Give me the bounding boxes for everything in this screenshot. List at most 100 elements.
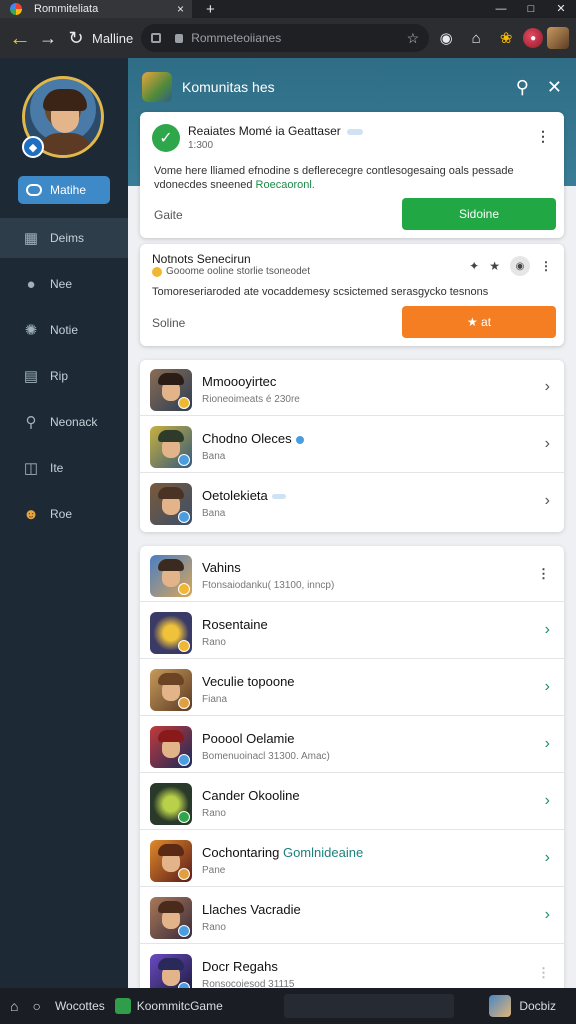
window-controls: — □ ✕ [486,0,576,18]
extension-red-icon[interactable]: ● [523,28,544,48]
list-item[interactable]: Cochontaring Gomlnideaine Pane › [140,831,564,887]
search-icon: ⚲ [25,414,37,431]
extension-home-icon[interactable]: ⌂ [463,25,489,51]
chat-icon[interactable]: ○ [32,998,40,1014]
reload-icon[interactable]: ↻ [62,24,90,52]
community-logo [142,72,172,102]
list-item[interactable]: Pooool Oelamie Bomenuoinacl 31300. Amac)… [140,717,564,773]
list-item[interactable]: Rosentaine Rano › [140,603,564,659]
site-info-icon[interactable] [175,33,184,43]
chat-icon: ● [26,275,36,293]
more-options-icon[interactable]: ⋮ [536,128,550,145]
primary-orange-button[interactable]: ★ at [402,306,556,338]
item-title: Chodno Oleces [202,431,292,446]
event-card: Notnots Senecirun Gooome ooline storlie … [140,244,564,346]
sidebar-item-nee[interactable]: ● Nee [0,264,128,304]
user-avatar[interactable] [547,27,570,49]
forward-arrow-icon[interactable]: → [34,24,62,52]
card-link[interactable]: Roecaoronl. [256,179,315,191]
table-icon: ◫ [23,460,39,477]
home-icon[interactable]: ⌂ [10,998,18,1014]
maximize-button[interactable]: □ [516,0,546,18]
list-item[interactable]: Vahins Ftonsaiodanku( 13100, inncp) ⋮ [140,546,564,602]
sidebar-item-ite[interactable]: ◫ Ite [0,448,128,488]
item-title: Pooool Oelamie [202,731,295,746]
taskbar-user-label[interactable]: Docbiz [519,999,556,1013]
list-item[interactable]: Oetolekieta Bana › [140,474,564,530]
item-subtitle: Rioneoimeats é 230re [202,394,300,405]
card-subtitle: Gooome ooline storlie tsoneodet [166,266,310,277]
status-badge [178,511,190,523]
item-title: Mmoooyirtec [202,374,277,389]
taskbar-app-label[interactable]: KoommitcGame [137,999,223,1013]
close-icon[interactable]: ✕ [547,77,562,98]
list-item[interactable]: Veculie topoone Fiana › [140,660,564,716]
card-status-label: Soline [152,316,186,330]
sidebar-item-neonack[interactable]: ⚲ Neonack [0,402,128,442]
game-avatar [150,369,192,411]
status-card: ✓ Reaiates Momé ia Geattaser 1:300 ⋮ Vom… [140,112,564,238]
item-subtitle: Rano [202,637,226,648]
chevron-right-icon: › [544,378,550,395]
extension-puzzle-icon[interactable]: ❀ [493,25,519,51]
item-title: Llaches Vacradie [202,902,301,917]
more-options-icon[interactable]: ⋮ [540,259,552,273]
taskbar-label[interactable]: Wocottes [55,999,105,1013]
sidebar: ◆ Matihe ▦ Deims ● Nee ✺ Notie ▤ Rip ⚲ N… [0,58,128,988]
more-options-icon[interactable]: ⋮ [537,965,550,981]
new-tab-button[interactable]: + [206,1,215,18]
status-badge [178,697,190,709]
tab-close-icon[interactable]: × [177,2,184,16]
card-body-line2: vdonecdes sneened [154,179,253,191]
sidebar-item-rip[interactable]: ▤ Rip [0,356,128,396]
item-subtitle: Pane [202,865,226,876]
grid-icon: ▦ [23,230,39,247]
browser-title-bar: Rommiteliata × + — □ ✕ [0,0,576,18]
game-avatar [150,555,192,597]
minimize-button[interactable]: — [486,0,516,18]
list-item[interactable]: Chodno Oleces Bana › [140,417,564,473]
lock-icon[interactable]: ◉ [510,256,530,276]
list-item[interactable]: Docr Regahs Ronsocoiesod 31115 ⋮ [140,945,564,988]
sparkle-icon[interactable]: ✦ [469,259,479,273]
shield-badge-icon: ◆ [22,136,44,158]
game-avatar [150,612,192,654]
browser-tab[interactable]: Rommiteliata × [0,0,192,18]
star-icon[interactable]: ★ [489,259,500,273]
status-badge [178,454,190,466]
extension-camera-icon[interactable]: ◉ [433,25,459,51]
item-subtitle: Bana [202,508,226,519]
app-icon[interactable] [114,998,131,1014]
card-title: Reaiates Momé ia Geattaser [188,124,341,138]
sidebar-item-deims[interactable]: ▦ Deims [0,218,128,258]
favicon-icon [10,3,22,15]
document-icon: ▤ [23,368,39,385]
user-avatar[interactable] [489,995,512,1017]
game-avatar [150,669,192,711]
address-bar[interactable]: Rommeteoiianes ☆ [141,24,430,52]
game-avatar [150,840,192,882]
chevron-right-icon: › [544,621,550,638]
card-subtitle: 1:300 [188,140,214,151]
nav-label[interactable]: Malline [92,31,133,46]
list-item[interactable]: Mmoooyirtec Rioneoimeats é 230re › [140,360,564,416]
close-window-button[interactable]: ✕ [546,0,576,18]
sidebar-item-roe[interactable]: ☻ Roe [0,494,128,534]
sidebar-item-notie[interactable]: ✺ Notie [0,310,128,350]
smiley-icon: ☻ [23,505,39,523]
status-badge [178,583,190,595]
main-panel: Komunitas hes ⚲ ✕ ✓ Reaiates Momé ia Gea… [128,58,576,988]
back-arrow-icon[interactable]: ← [6,24,34,52]
search-icon[interactable]: ⚲ [516,77,529,98]
more-options-icon[interactable]: ⋮ [537,566,550,582]
profile-button[interactable]: Matihe [18,176,110,204]
star-icon[interactable]: ☆ [407,30,420,47]
list-item[interactable]: Llaches Vacradie Rano › [140,888,564,944]
sidebar-item-label: Rip [50,369,69,383]
primary-green-button[interactable]: Sidoine [402,198,556,230]
status-badge [178,754,190,766]
url-text: Rommeteoiianes [191,31,282,45]
taskbar-search[interactable] [284,994,454,1018]
list-item[interactable]: Cander Okooline Rano › [140,774,564,830]
chevron-right-icon: › [544,792,550,809]
